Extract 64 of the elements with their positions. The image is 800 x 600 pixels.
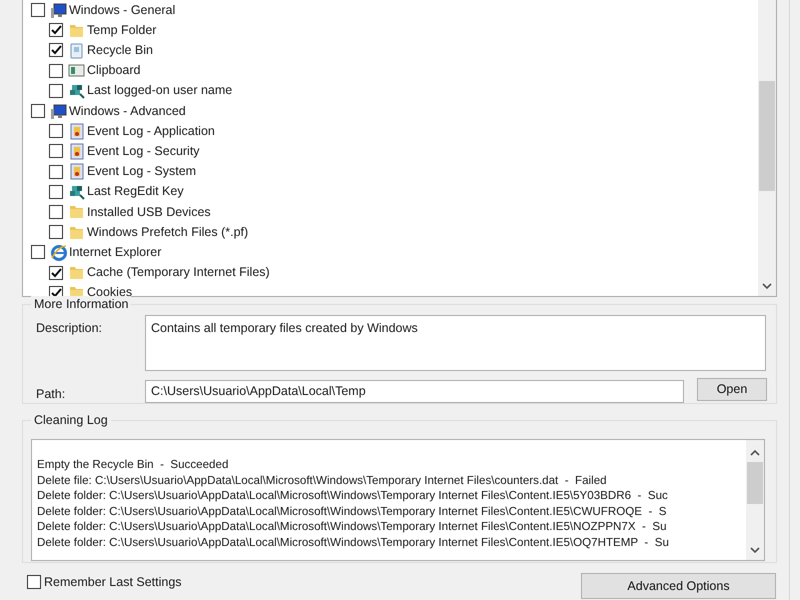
checkbox[interactable] <box>49 204 63 219</box>
folder-icon <box>68 203 85 220</box>
log-line: Delete folder: C:\Users\Usuario\AppData\Local\Microsoft\Windows\Temporary Internet Files\Content.IE5\CWUFROQE - S <box>36 504 668 519</box>
tree-item-label[interactable]: Installed USB Devices <box>87 202 211 222</box>
tree-item-label[interactable]: Cookies <box>87 283 132 296</box>
tree-item-label[interactable]: Event Log - Application <box>87 122 215 141</box>
checkbox[interactable] <box>49 144 63 158</box>
checkbox[interactable] <box>49 64 63 78</box>
log-line: Delete file: C:\Users\Usuario\AppData\Local\Microsoft\Windows\Temporary Internet Files\counters.dat - Failed <box>36 472 608 488</box>
checkbox[interactable] <box>49 124 63 138</box>
checkbox-label[interactable]: Remember Last Settings <box>44 573 182 592</box>
checkbox[interactable] <box>49 23 63 38</box>
description-field[interactable]: Contains all temporary files created by Windows <box>145 315 766 371</box>
checkbox[interactable] <box>49 84 63 98</box>
checkbox[interactable] <box>31 245 45 260</box>
checkbox[interactable] <box>49 43 63 58</box>
advanced-options-button[interactable]: Advanced Options <box>581 573 776 599</box>
scroll-down-icon[interactable] <box>762 282 772 290</box>
group-title: Cleaning Log <box>31 412 111 428</box>
monitor-icon <box>50 102 67 120</box>
tree-item-label[interactable]: Last RegEdit Key <box>87 182 184 202</box>
registry-icon <box>68 82 85 100</box>
tree-item-label[interactable]: Last logged-on user name <box>87 81 232 100</box>
scrollbar-thumb[interactable] <box>747 462 763 504</box>
checkbox[interactable] <box>31 104 45 118</box>
clipboard-icon <box>68 62 85 80</box>
scrollbar[interactable] <box>758 0 776 296</box>
log-line: Empty the Recycle Bin - Succeeded <box>36 457 230 472</box>
scrollbar-thumb[interactable] <box>759 81 775 191</box>
checkbox[interactable] <box>31 3 45 18</box>
tree-item-label[interactable]: Windows - General <box>69 0 176 20</box>
checkbox[interactable] <box>49 184 63 199</box>
tree-item-label[interactable]: Cache (Temporary Internet Files) <box>87 263 270 282</box>
tree-item-label[interactable]: Windows Prefetch Files (*.pf) <box>87 222 248 242</box>
folder-icon <box>68 264 85 282</box>
field-label: Description: <box>36 320 102 337</box>
tree-item-label[interactable]: Event Log - System <box>87 162 196 181</box>
registry-icon <box>68 183 85 200</box>
checkbox[interactable] <box>49 286 63 296</box>
browser-icon <box>50 244 67 261</box>
open-button[interactable]: Open <box>697 378 767 401</box>
checkbox[interactable] <box>49 164 63 179</box>
field-label: Path: <box>36 386 66 403</box>
tree-item-label[interactable]: Recycle Bin <box>87 41 153 60</box>
scroll-down-icon[interactable] <box>750 546 760 554</box>
checkbox[interactable] <box>27 575 41 590</box>
monitor-icon <box>50 2 67 19</box>
event-log-icon <box>68 163 85 180</box>
checkbox[interactable] <box>49 225 63 240</box>
log-line: Delete folder: C:\Users\Usuario\AppData\Local\Microsoft\Windows\Temporary Internet Files\Content.IE5\OQ7HTEMP - Su <box>36 534 670 550</box>
event-log-icon <box>68 122 85 140</box>
scrollbar[interactable] <box>746 440 764 560</box>
tree-item-label[interactable]: Internet Explorer <box>69 242 162 262</box>
log-line: Delete folder: C:\Users\Usuario\AppData\Local\Microsoft\Windows\Temporary Internet Files\Content.IE5\5Y03BDR6 - Suc <box>36 488 669 504</box>
path-field[interactable]: C:\Users\Usuario\AppData\Local\Temp <box>145 380 684 403</box>
tree-item-label[interactable]: Event Log - Security <box>87 142 200 161</box>
checkbox[interactable] <box>49 266 63 280</box>
recycle-bin-icon <box>68 42 85 59</box>
tree-item-label[interactable]: Temp Folder <box>87 20 156 40</box>
tree-item-label[interactable]: Clipboard <box>87 61 141 80</box>
scroll-up-icon[interactable] <box>750 448 760 456</box>
event-log-icon <box>68 142 85 160</box>
log-line: Delete folder: C:\Users\Usuario\AppData\Local\Microsoft\Windows\Temporary Internet Files\Content.IE5\NOZPPN7X - Su <box>36 519 668 534</box>
tree-item-label[interactable]: Windows - Advanced <box>69 102 186 120</box>
